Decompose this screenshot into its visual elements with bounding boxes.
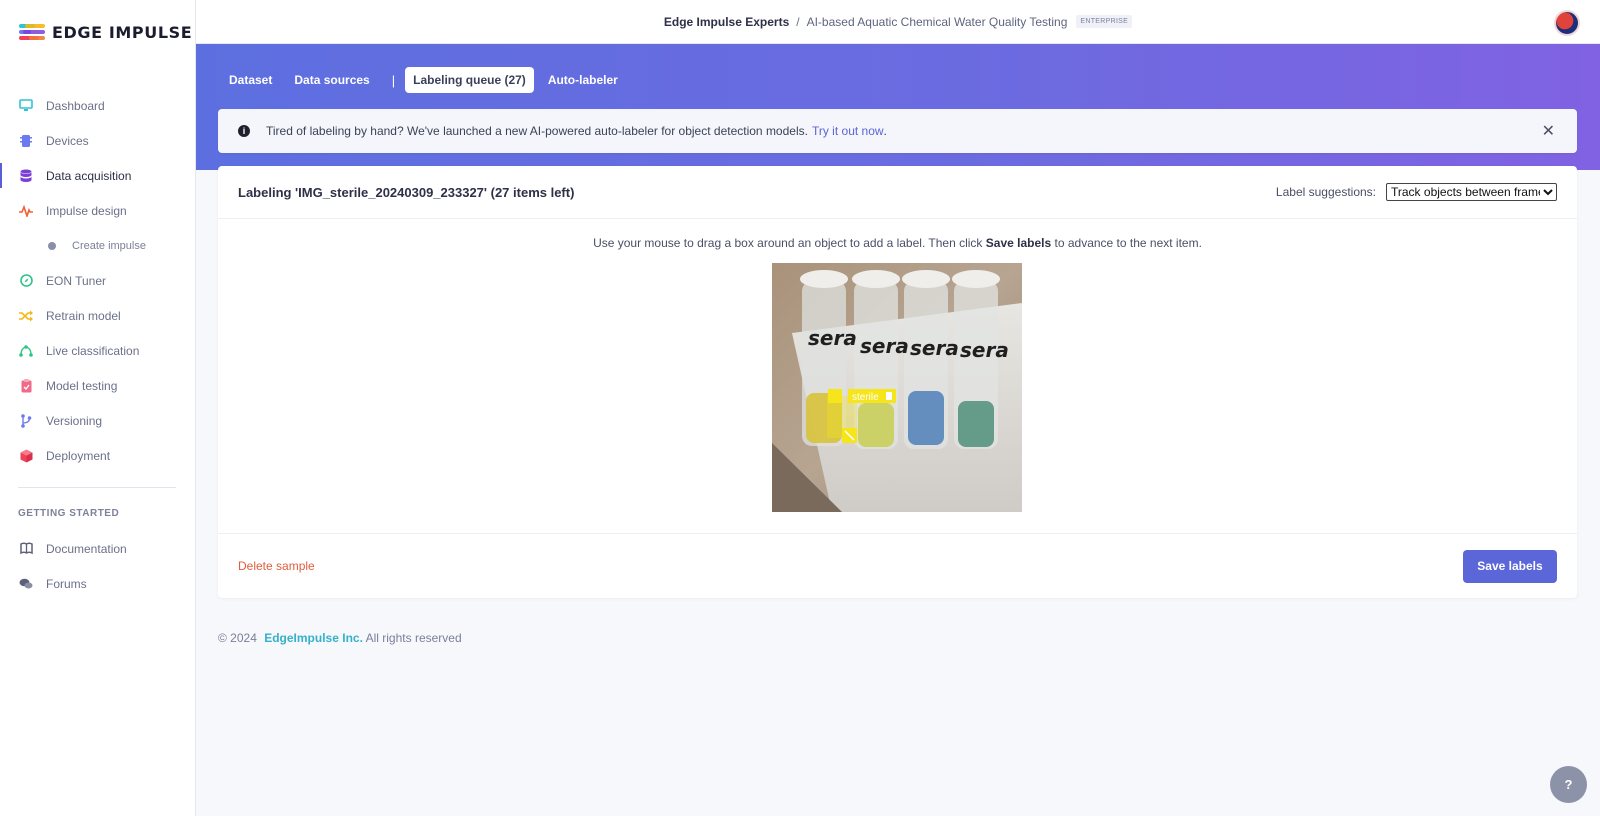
sidebar-item-label: Dashboard (46, 98, 105, 113)
sample-image: sera sera sera sera sterile (772, 263, 1022, 512)
branch-icon (18, 413, 34, 429)
section-title-getting-started: GETTING STARTED (18, 508, 120, 519)
bounding-box-label: sterile (852, 392, 879, 403)
pulse-icon (18, 203, 34, 219)
trash-icon[interactable] (886, 392, 892, 400)
top-header: Edge Impulse Experts / AI-based Aquatic … (196, 0, 1600, 44)
sidebar-item-label: Retrain model (46, 308, 121, 323)
vial-brand-text: sera (808, 326, 857, 350)
delete-sample-button[interactable]: Delete sample (238, 559, 315, 573)
brand-logo[interactable]: EDGE IMPULSE (19, 22, 192, 42)
banner-text: Tired of labeling by hand? We've launche… (266, 124, 808, 138)
banner-try-link[interactable]: Try it out now (812, 124, 884, 138)
banner-suffix: . (883, 124, 887, 138)
sample-image-canvas[interactable]: sera sera sera sera sterile (772, 263, 1022, 512)
user-avatar[interactable] (1554, 10, 1580, 36)
labeling-instruction: Use your mouse to drag a box around an o… (218, 236, 1577, 250)
monitor-icon (18, 98, 34, 114)
footer-rights: All rights reserved (365, 631, 462, 645)
sidebar-item-label: Model testing (46, 378, 118, 393)
instruction-emphasis: Save labels (985, 236, 1052, 250)
sidebar-item-data-acquisition[interactable]: Data acquisition (0, 158, 196, 193)
sidebar-item-retrain-model[interactable]: Retrain model (0, 298, 196, 333)
breadcrumb-separator: / (796, 14, 800, 29)
close-icon[interactable]: ✕ (1542, 121, 1555, 141)
label-suggestions-label: Label suggestions: (1275, 185, 1376, 199)
sidebar-nav: Dashboard Devices Data acquisition Impul… (0, 88, 196, 601)
sidebar-item-documentation[interactable]: Documentation (0, 531, 196, 566)
database-icon (18, 168, 34, 184)
labeling-card-footer: Delete sample Save labels (218, 533, 1577, 598)
tab-dataset[interactable]: Dataset (221, 67, 280, 93)
footer-copyright: © 2024 (218, 631, 257, 645)
move-handle-icon[interactable] (828, 389, 842, 403)
shuffle-icon (18, 308, 34, 324)
sidebar-item-create-impulse[interactable]: Create impulse (0, 228, 196, 263)
instruction-text: Use your mouse to drag a box around an o… (593, 236, 983, 250)
sidebar-item-forums[interactable]: Forums (0, 566, 196, 601)
sidebar-item-label: Live classification (46, 343, 140, 358)
sidebar-item-versioning[interactable]: Versioning (0, 403, 196, 438)
labeling-card-header: Labeling 'IMG_sterile_20240309_233327' (… (218, 166, 1577, 219)
tab-labeling-queue[interactable]: Labeling queue (27) (405, 67, 534, 93)
clipboard-icon (18, 378, 34, 394)
footer-company-link[interactable]: EdgeImpulse Inc. (264, 631, 363, 645)
sidebar-item-label: EON Tuner (46, 273, 107, 288)
label-suggestions: Label suggestions: Track objects between… (1276, 183, 1557, 201)
edge-impulse-logo-icon (19, 22, 45, 42)
brand-name: EDGE IMPULSE (52, 22, 193, 42)
labeling-card: Labeling 'IMG_sterile_20240309_233327' (… (218, 166, 1577, 598)
sidebar-item-devices[interactable]: Devices (0, 123, 196, 158)
tab-data-sources[interactable]: Data sources (286, 67, 377, 93)
save-labels-button[interactable]: Save labels (1463, 549, 1557, 583)
sidebar-item-label: Forums (46, 576, 87, 591)
labeling-title: Labeling 'IMG_sterile_20240309_233327' (… (238, 184, 575, 200)
enterprise-badge: ENTERPRISE (1076, 15, 1133, 28)
vial-brand-text: sera (860, 334, 909, 358)
sidebar-item-label: Devices (46, 133, 89, 148)
chat-icon (18, 576, 34, 592)
breadcrumb-project[interactable]: AI-based Aquatic Chemical Water Quality … (807, 15, 1068, 29)
compass-icon (18, 273, 34, 289)
info-icon: i (238, 125, 250, 137)
vial-brand-text: sera (960, 338, 1009, 362)
dot-icon (48, 241, 56, 250)
sidebar-item-label: Versioning (46, 413, 103, 428)
auto-labeler-banner: i Tired of labeling by hand? We've launc… (218, 109, 1577, 153)
data-acquisition-tabs: Dataset Data sources | Labeling queue (2… (221, 67, 632, 93)
instruction-text-end: to advance to the next item. (1054, 236, 1202, 250)
breadcrumb-owner[interactable]: Edge Impulse Experts (664, 15, 789, 29)
sidebar-item-impulse-design[interactable]: Impulse design (0, 193, 196, 228)
sidebar-item-live-classification[interactable]: Live classification (0, 333, 196, 368)
sidebar-item-label: Create impulse (72, 239, 146, 252)
sidebar-item-label: Data acquisition (46, 168, 132, 183)
sidebar-item-dashboard[interactable]: Dashboard (0, 88, 196, 123)
label-suggestions-select[interactable]: Track objects between frames (1386, 183, 1557, 201)
tab-separator: | (391, 72, 396, 88)
book-icon (18, 541, 34, 557)
vial-brand-text: sera (910, 336, 959, 360)
chip-icon (18, 133, 34, 149)
cube-icon (18, 448, 34, 464)
tab-auto-labeler[interactable]: Auto-labeler (540, 67, 626, 93)
sidebar-item-label: Impulse design (46, 203, 127, 218)
sidebar-item-deployment[interactable]: Deployment (0, 438, 196, 473)
sidebar-item-label: Documentation (46, 541, 127, 556)
sidebar-item-eon-tuner[interactable]: EON Tuner (0, 263, 196, 298)
nodes-icon (18, 343, 34, 359)
sidebar: EDGE IMPULSE Dashboard Devices Data acqu… (0, 0, 196, 816)
sidebar-item-model-testing[interactable]: Model testing (0, 368, 196, 403)
help-button[interactable]: ? (1550, 766, 1587, 803)
sidebar-item-label: Deployment (46, 448, 111, 463)
page-footer: © 2024 EdgeImpulse Inc. All rights reser… (218, 631, 462, 645)
